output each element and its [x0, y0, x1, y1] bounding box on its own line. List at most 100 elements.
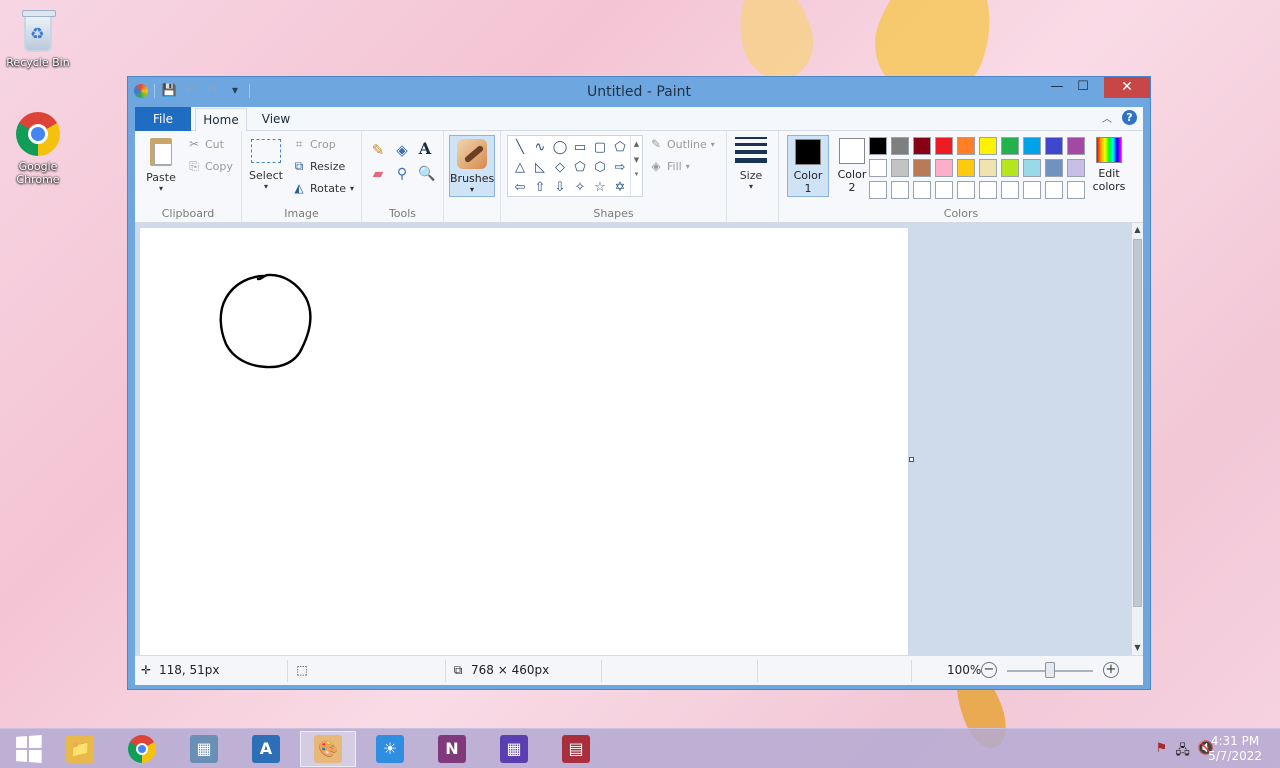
fill-bucket-icon[interactable]: ◈	[395, 143, 409, 158]
resize-button[interactable]: ⧉ Resize	[292, 159, 346, 173]
scroll-up-arrow[interactable]: ▲	[1132, 223, 1143, 237]
size-group	[727, 131, 779, 223]
canvas-drawing	[219, 273, 312, 369]
maximize-button[interactable]: ☐	[1070, 77, 1096, 98]
copy-icon: ⎘	[189, 159, 199, 173]
wallpaper-petal	[728, 0, 822, 88]
taskbar-app-file-explorer[interactable]: 📁	[52, 731, 108, 767]
copy-button[interactable]: ⎘ Copy	[187, 159, 233, 173]
clock[interactable]: 4:31 PM 5/7/2022	[1208, 734, 1262, 764]
shapes-group: Shapes	[501, 131, 727, 223]
selection-size: ⬚	[295, 663, 309, 677]
drawing-canvas[interactable]	[140, 228, 908, 655]
chrome-icon	[16, 112, 60, 156]
help-icon[interactable]: ?	[1122, 110, 1137, 125]
weather-icon: ☀	[376, 735, 404, 763]
tab-home[interactable]: Home	[195, 108, 247, 132]
taskbar: 📁 ▦ A 🎨 ☀ N ▦ ▤ ⚑ 🖧 🔇 4:31 PM 5/7/2022	[0, 728, 1280, 768]
minimize-button[interactable]: —	[1044, 77, 1070, 98]
tab-file[interactable]: File	[135, 107, 191, 131]
scissors-icon: ✂	[188, 137, 200, 151]
zoom-in-button[interactable]: +	[1103, 662, 1119, 678]
text-tool-icon[interactable]: A	[418, 141, 432, 157]
rotate-button[interactable]: ◭ Rotate ▾	[292, 181, 354, 195]
select-label: Select	[249, 169, 283, 182]
separator	[287, 660, 288, 682]
system-tray: ⚑ 🖧 🔇	[1156, 741, 1214, 763]
tools-group: ✎ ◈ A ▰ ⚲ 🔍 Tools	[362, 131, 444, 223]
clipboard-group: Paste ▾ ✂ Cut ⎘ Copy Clipboard	[135, 131, 242, 223]
scroll-thumb[interactable]	[1133, 239, 1142, 607]
network-icon[interactable]: 🖧	[1175, 741, 1190, 763]
paste-icon	[148, 135, 174, 167]
wordpad-icon: A	[252, 735, 280, 763]
calendar-icon: ▦	[500, 735, 528, 763]
title-bar[interactable]: 💾 ↶ ↷ ▾ Untitled - Paint — ☐ ✕	[128, 77, 1150, 107]
taskbar-app-wordpad[interactable]: A	[238, 731, 294, 767]
rotate-label: Rotate	[310, 181, 347, 195]
color-picker-icon[interactable]: ⚲	[395, 167, 409, 181]
zoom-level: 100%	[947, 663, 982, 677]
canvas-resize-handle[interactable]	[909, 457, 914, 462]
crop-button[interactable]: ⌗ Crop	[292, 137, 336, 151]
paste-label: Paste	[146, 171, 176, 184]
magnifier-icon[interactable]: 🔍	[418, 167, 435, 181]
clock-date: 5/7/2022	[1208, 749, 1262, 763]
crop-label: Crop	[310, 137, 336, 151]
minimize-ribbon-icon[interactable]: ︿	[1102, 110, 1112, 125]
recycle-bin-icon	[19, 6, 57, 54]
status-bar: ✛ 118, 51px ⬚ ⧉ 768 × 460px 100% − +	[135, 655, 1143, 685]
brushes-group	[444, 131, 501, 223]
paint-window: 💾 ↶ ↷ ▾ Untitled - Paint — ☐ ✕ File Home…	[127, 76, 1151, 690]
move-cursor-icon: ✛	[140, 663, 152, 677]
eraser-icon[interactable]: ▰	[371, 167, 385, 181]
taskbar-app-calculator[interactable]: ▦	[176, 731, 232, 767]
vertical-scrollbar[interactable]: ▲ ▼	[1132, 223, 1143, 655]
group-label-shapes: Shapes	[593, 207, 634, 220]
paste-button[interactable]: Paste ▾	[141, 135, 181, 193]
selection-size-icon: ⬚	[296, 663, 308, 677]
desktop-icon-chrome[interactable]: Google Chrome	[0, 112, 76, 186]
file-explorer-icon: 📁	[66, 735, 94, 763]
tab-view[interactable]: View	[251, 107, 301, 131]
group-label-clipboard: Clipboard	[161, 207, 215, 220]
action-center-flag-icon[interactable]: ⚑	[1156, 741, 1168, 763]
colors-group: Colors	[779, 131, 1143, 223]
zoom-slider-thumb[interactable]	[1045, 662, 1055, 678]
pencil-icon[interactable]: ✎	[371, 143, 385, 158]
close-button[interactable]: ✕	[1104, 77, 1150, 98]
news-icon: ▤	[562, 735, 590, 763]
copy-label: Copy	[205, 159, 233, 173]
onenote-icon: N	[438, 735, 466, 763]
taskbar-app-weather[interactable]: ☀	[362, 731, 418, 767]
canvas-size-icon: ⧉	[453, 663, 463, 677]
separator	[445, 660, 446, 682]
canvas-size: ⧉ 768 × 460px	[451, 663, 550, 677]
resize-icon: ⧉	[294, 159, 304, 173]
window-title: Untitled - Paint	[587, 84, 691, 100]
desktop-icon-recycle-bin[interactable]: Recycle Bin	[0, 6, 76, 69]
select-button[interactable]: Select ▾	[248, 139, 284, 191]
group-label-tools: Tools	[388, 207, 417, 220]
image-group: Select ▾ ⌗ Crop ⧉ Resize ◭ Rotate ▾ Imag…	[242, 131, 362, 223]
separator	[601, 660, 602, 682]
start-button[interactable]	[0, 731, 56, 767]
taskbar-app-news[interactable]: ▤	[548, 731, 604, 767]
separator	[911, 660, 912, 682]
windows-logo-icon	[16, 735, 42, 763]
zoom-out-button[interactable]: −	[981, 662, 997, 678]
resize-label: Resize	[310, 159, 346, 173]
desktop-icon-label: Recycle Bin	[6, 56, 70, 69]
clock-time: 4:31 PM	[1210, 734, 1260, 748]
cursor-position: ✛ 118, 51px	[139, 663, 220, 677]
group-label-colors: Colors	[943, 207, 979, 220]
taskbar-app-onenote[interactable]: N	[424, 731, 480, 767]
group-label-image: Image	[284, 207, 319, 220]
taskbar-app-calendar[interactable]: ▦	[486, 731, 542, 767]
taskbar-app-paint[interactable]: 🎨	[300, 731, 356, 767]
cut-button[interactable]: ✂ Cut	[187, 137, 224, 151]
cut-label: Cut	[205, 137, 224, 151]
canvas-workspace	[135, 223, 1132, 655]
scroll-down-arrow[interactable]: ▼	[1132, 641, 1143, 655]
taskbar-app-chrome[interactable]	[114, 731, 170, 767]
